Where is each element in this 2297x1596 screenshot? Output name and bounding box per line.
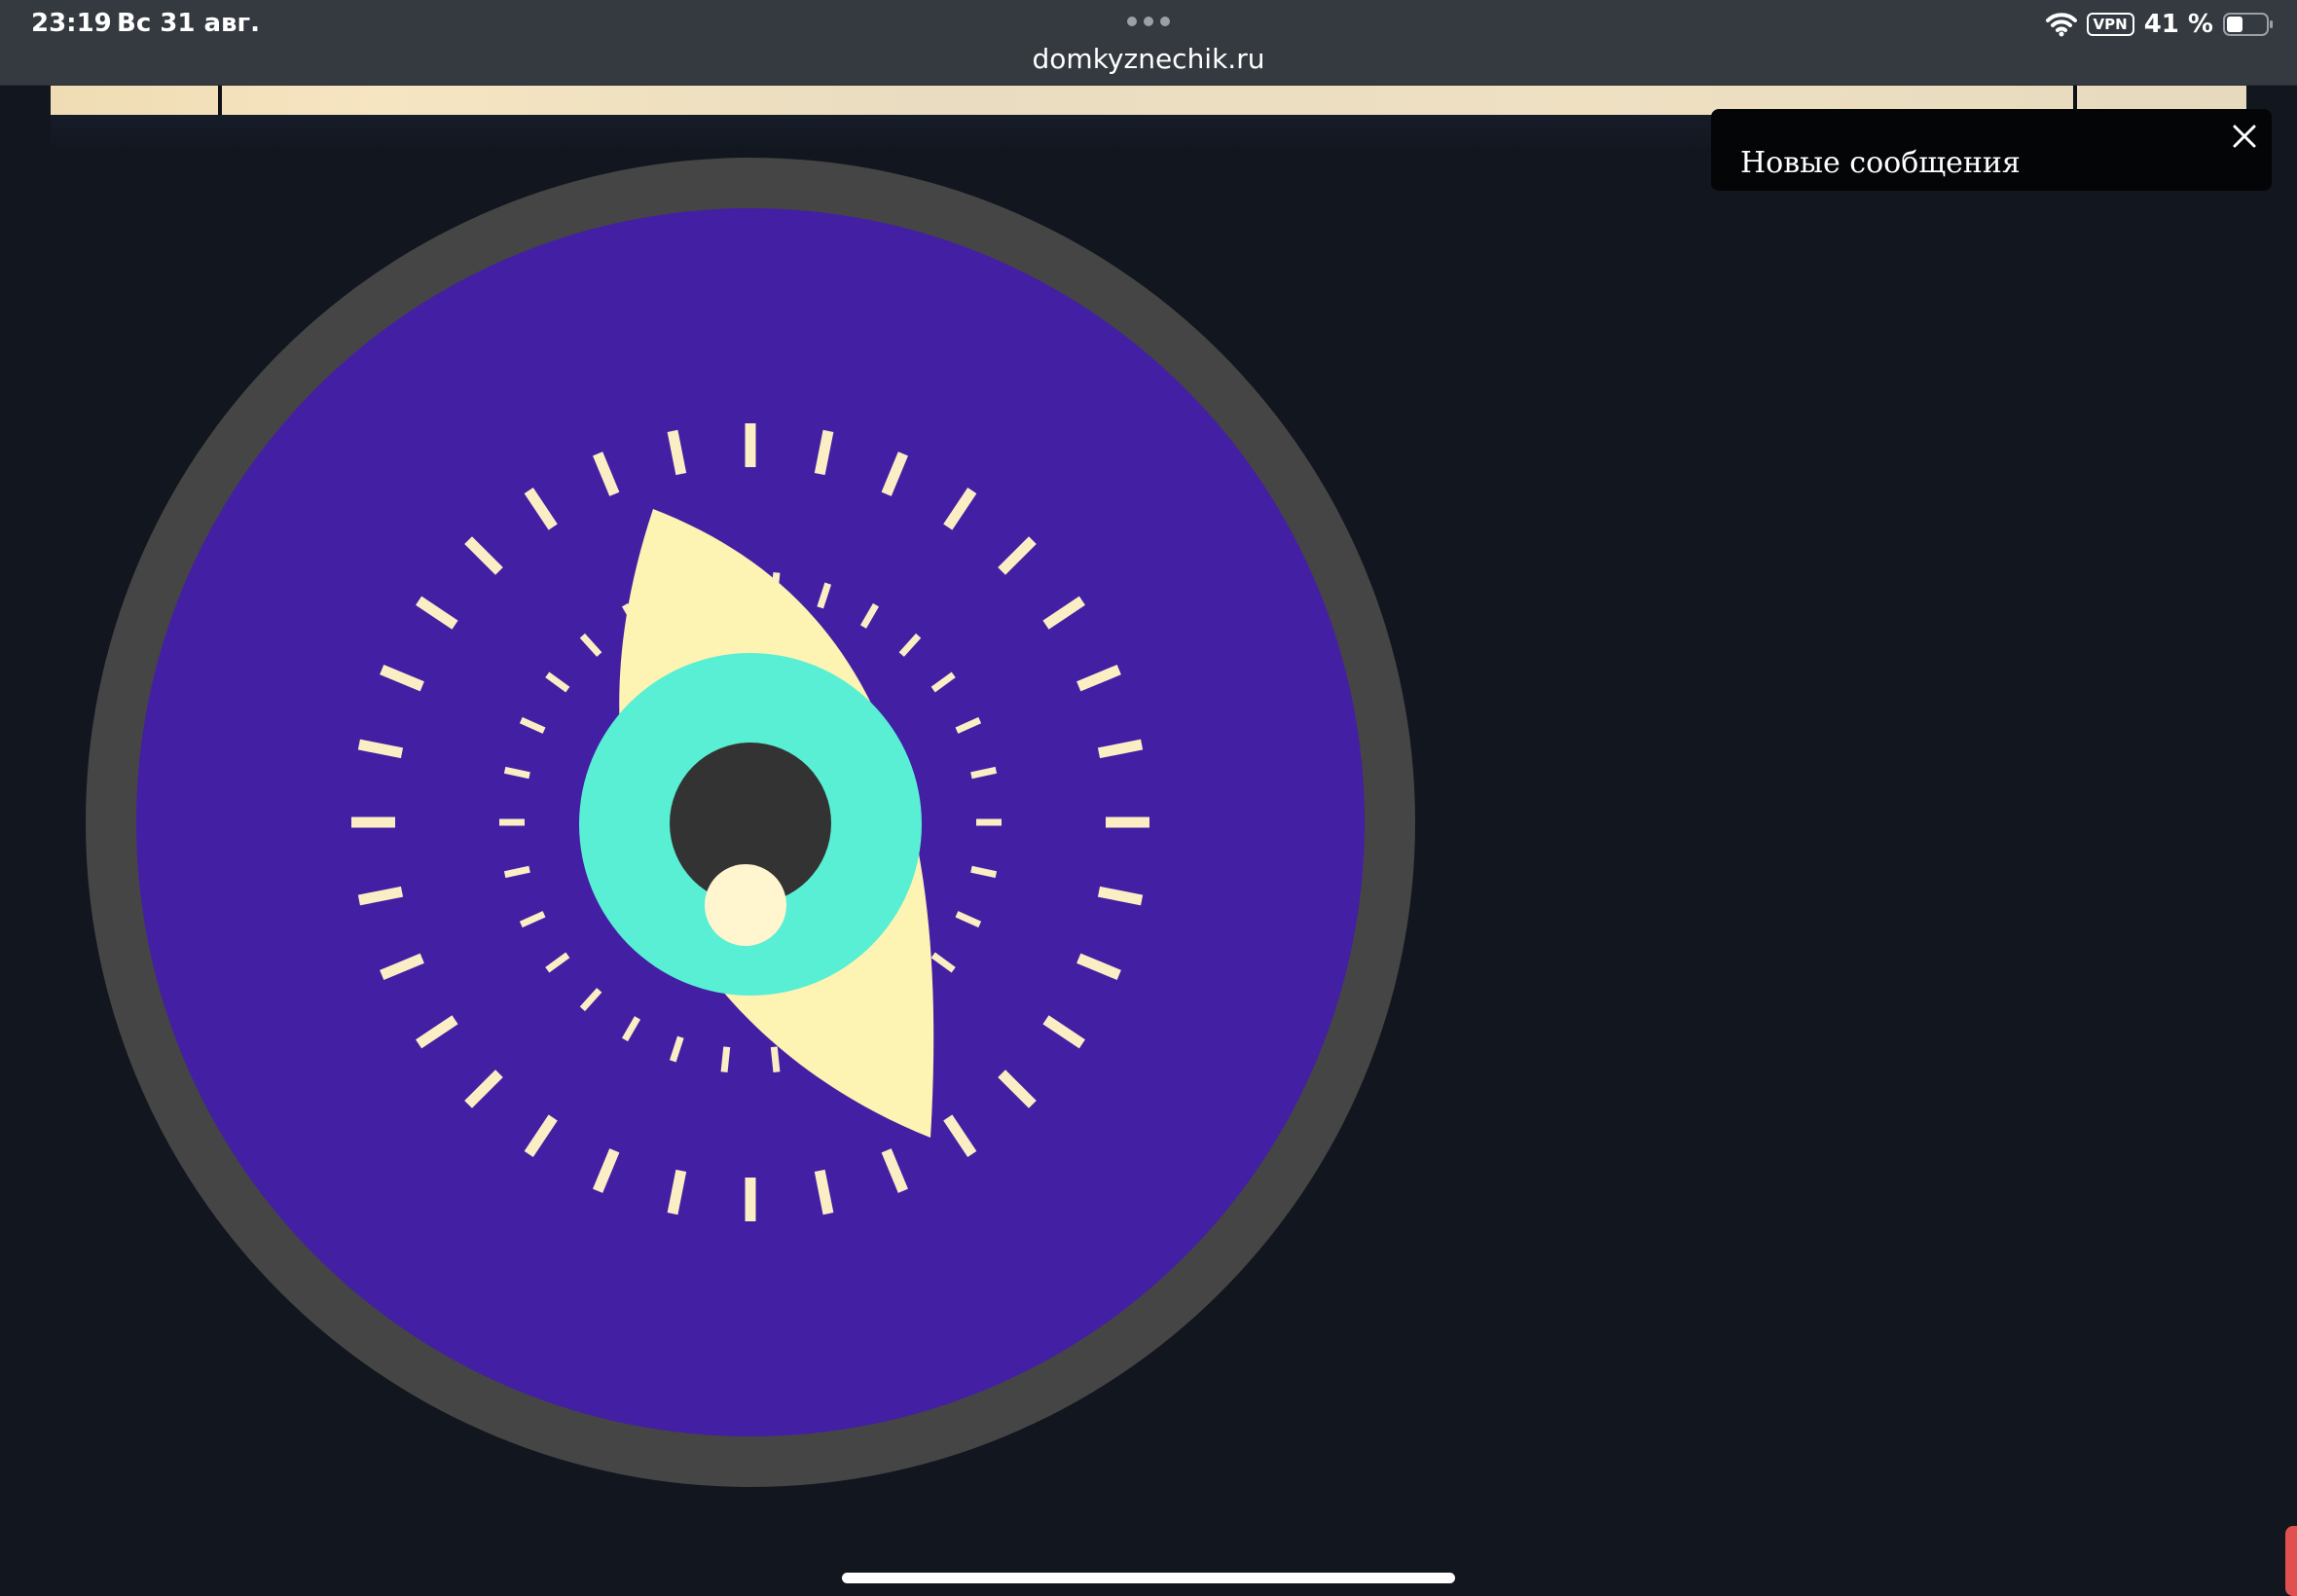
wifi-icon: [2045, 13, 2077, 37]
notification-toast[interactable]: Новые сообщения: [1711, 109, 2272, 191]
tick-mark: [770, 1046, 781, 1072]
vpn-badge: VPN: [2086, 13, 2134, 36]
status-time: 23:19: [31, 9, 112, 38]
close-icon[interactable]: [2227, 119, 2262, 154]
more-dots-icon[interactable]: [1127, 17, 1170, 26]
browser-toolbar: 23:19 Вс 31 авг. domkyznechik.ru VPN 41 …: [0, 0, 2297, 86]
eye-illustration: [86, 158, 1415, 1487]
battery-icon: [2223, 13, 2273, 36]
status-date: Вс 31 авг.: [117, 9, 260, 38]
edge-tab[interactable]: [2285, 1526, 2297, 1596]
tick-mark: [720, 1046, 731, 1072]
strip-divider: [218, 86, 222, 115]
toast-message: Новые сообщения: [1740, 146, 2021, 180]
pupil-highlight: [705, 864, 786, 946]
battery-percent: 41 %: [2143, 10, 2213, 39]
address-bar-url[interactable]: domkyznechik.ru: [0, 43, 2297, 75]
home-indicator[interactable]: [842, 1573, 1455, 1583]
status-indicators: VPN 41 %: [2045, 8, 2274, 41]
